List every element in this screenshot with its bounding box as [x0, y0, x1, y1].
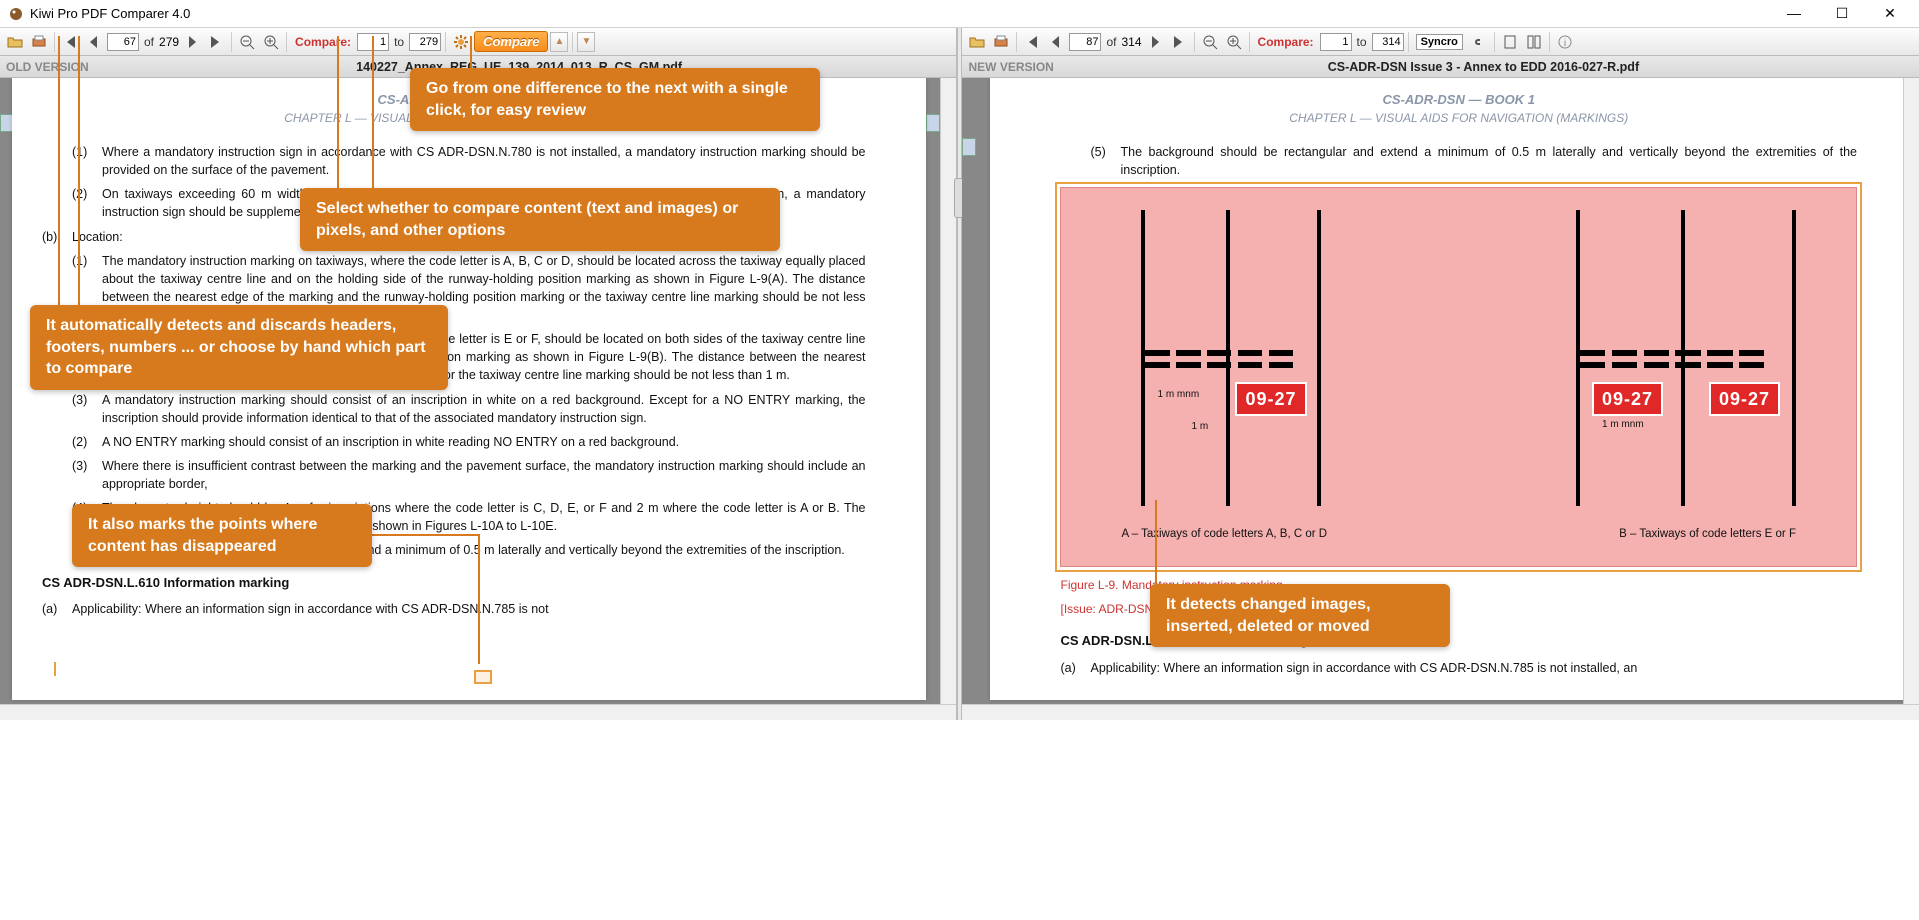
- open-file-button[interactable]: [4, 31, 26, 53]
- right-filename: CS-ADR-DSN Issue 3 - Annex to EDD 2016-0…: [1054, 60, 1913, 74]
- link-icon[interactable]: [1468, 31, 1490, 53]
- zoom-in-button[interactable]: [260, 31, 282, 53]
- prev-page-button[interactable]: [1045, 31, 1067, 53]
- page-total: 279: [159, 35, 179, 49]
- title-bar: Kiwi Pro PDF Comparer 4.0 — ☐ ✕: [0, 0, 1919, 28]
- compare-to-input[interactable]: [1372, 33, 1404, 51]
- right-crop-handle-l[interactable]: [962, 138, 976, 156]
- print-button[interactable]: [990, 31, 1012, 53]
- minimize-button[interactable]: —: [1779, 5, 1809, 22]
- maximize-button[interactable]: ☐: [1827, 5, 1857, 22]
- prev-page-button[interactable]: [83, 31, 105, 53]
- left-vscroll[interactable]: [940, 78, 956, 704]
- zoom-out-button[interactable]: [1199, 31, 1221, 53]
- layout-dual-button[interactable]: [1523, 31, 1545, 53]
- open-file-button[interactable]: [966, 31, 988, 53]
- left-toolbar: of 279 Compare: to Compare ▲ ▼: [0, 28, 956, 56]
- info-button[interactable]: i: [1554, 31, 1576, 53]
- callout-changed-images: It detects changed images, inserted, del…: [1150, 584, 1450, 647]
- zoom-out-button[interactable]: [236, 31, 258, 53]
- print-button[interactable]: [28, 31, 50, 53]
- sign-label: 09-27: [1235, 382, 1306, 416]
- page-total: 314: [1122, 35, 1142, 49]
- close-button[interactable]: ✕: [1875, 5, 1905, 22]
- app-title: Kiwi Pro PDF Comparer 4.0: [30, 6, 1779, 21]
- of-label: of: [144, 35, 154, 49]
- window-controls: — ☐ ✕: [1779, 5, 1911, 22]
- app-icon: [8, 6, 24, 22]
- last-page-button[interactable]: [1168, 31, 1190, 53]
- compare-from-input[interactable]: [1320, 33, 1352, 51]
- new-version-label: NEW VERSION: [968, 60, 1053, 74]
- layout-single-button[interactable]: [1499, 31, 1521, 53]
- page-number-input[interactable]: [107, 33, 139, 51]
- compare-label: Compare:: [295, 35, 351, 49]
- diagram-caption-b: B – Taxiways of code letters E or F: [1619, 526, 1796, 543]
- prev-diff-button[interactable]: ▲: [550, 32, 568, 52]
- compare-to-input[interactable]: [409, 33, 441, 51]
- zoom-in-button[interactable]: [1223, 31, 1245, 53]
- callout-disappeared-content: It also marks the points where content h…: [72, 504, 372, 567]
- first-page-button[interactable]: [1021, 31, 1043, 53]
- compare-button[interactable]: Compare: [474, 31, 548, 52]
- to-label: to: [394, 35, 404, 49]
- svg-text:i: i: [1564, 38, 1566, 49]
- deleted-content-marker: [54, 662, 56, 676]
- callout-next-diff: Go from one difference to the next with …: [410, 68, 820, 131]
- right-subheader: NEW VERSION CS-ADR-DSN Issue 3 - Annex t…: [962, 56, 1919, 78]
- callout-compare-options: Select whether to compare content (text …: [300, 188, 780, 251]
- old-version-label: OLD VERSION: [6, 60, 89, 74]
- sync-button[interactable]: Syncro: [1416, 34, 1463, 50]
- callout-auto-detect: It automatically detects and discards he…: [30, 305, 448, 390]
- page-number-input[interactable]: [1069, 33, 1101, 51]
- next-page-button[interactable]: [181, 31, 203, 53]
- right-hscroll[interactable]: [962, 704, 1919, 720]
- compare-label: Compare:: [1258, 35, 1314, 49]
- diagram-caption-a: A – Taxiways of code letters A, B, C or …: [1121, 526, 1327, 543]
- diagram-figure: 09-27 1 m mnm 1 m 09-27 09-27 1 m mnm: [1060, 187, 1857, 567]
- next-diff-button[interactable]: ▼: [577, 32, 595, 52]
- section-header: CS ADR-DSN.L.610 Information marking: [42, 574, 866, 593]
- right-vscroll[interactable]: [1903, 78, 1919, 704]
- last-page-button[interactable]: [205, 31, 227, 53]
- left-hscroll[interactable]: [0, 704, 956, 720]
- right-toolbar: of 314 Compare: to Syncro i: [962, 28, 1919, 56]
- next-page-button[interactable]: [1144, 31, 1166, 53]
- change-marker: [474, 670, 492, 684]
- settings-button[interactable]: [450, 31, 472, 53]
- left-crop-handle-r[interactable]: [926, 114, 940, 132]
